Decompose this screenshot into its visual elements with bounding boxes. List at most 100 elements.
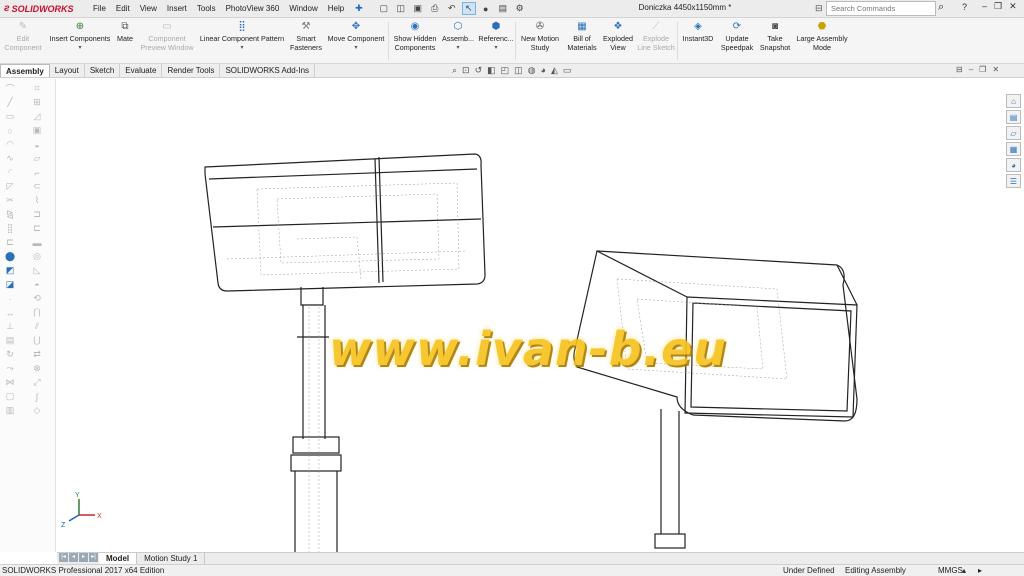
extrude-tool-icon[interactable]: ▤ (4, 335, 16, 346)
zoom-area-icon[interactable]: ⊡ (462, 65, 470, 76)
move-component-button[interactable]: ✥ Move Component ▾ (324, 20, 388, 53)
combine-icon[interactable]: ⋃ (31, 335, 43, 346)
end-cap-icon[interactable]: ▣ (31, 125, 43, 136)
graphics-area[interactable]: Y X Z www.ivan-b.eu (57, 79, 1004, 552)
fillet-bead-icon[interactable]: ◒ (31, 139, 43, 150)
fillet-tool-icon[interactable]: ◜ (4, 167, 16, 178)
rectangle-tool-icon[interactable]: ▭ (4, 111, 16, 122)
appearances-icon[interactable]: ◕ (1006, 158, 1021, 172)
menu-window[interactable]: Window (284, 4, 322, 13)
circle-tool-icon[interactable]: ○ (4, 125, 16, 136)
bill-of-materials-button[interactable]: ▦ Bill of Materials (564, 20, 600, 52)
display-style-icon[interactable]: ◫ (514, 65, 523, 76)
view-palette-icon[interactable]: ▦ (1006, 142, 1021, 156)
spline-tool-icon[interactable]: ∿ (4, 153, 16, 164)
search-commands-input[interactable]: ⊟ Search Commands (815, 1, 936, 16)
scale-icon[interactable]: ⤢ (31, 377, 43, 388)
component-preview-window-button[interactable]: ▭ Component Preview Window (138, 20, 196, 52)
save-icon[interactable]: ▣ (411, 2, 425, 15)
previous-view-icon[interactable]: ↺ (475, 65, 483, 76)
structural-member-icon[interactable]: ⊞ (31, 97, 43, 108)
reference-geometry-button[interactable]: ⬢ Referenc... ▾ (477, 20, 515, 53)
surface-icon[interactable]: ◇ (31, 405, 43, 416)
viewport-minimize-icon[interactable]: – (969, 65, 973, 74)
edge-flange-icon[interactable]: ⌐ (31, 167, 43, 178)
trim-tool-icon[interactable]: ✂ (4, 195, 16, 206)
last-tab-icon[interactable]: ▸| (89, 553, 98, 562)
minimize-icon[interactable]: – (982, 1, 987, 12)
scene-icon[interactable]: ◭ (551, 65, 558, 76)
close-icon[interactable]: ✕ (1009, 1, 1017, 12)
view-settings-icon[interactable]: ▭ (563, 65, 572, 76)
menu-edit[interactable]: Edit (111, 4, 135, 13)
delete-body-icon[interactable]: ⊗ (31, 363, 43, 374)
open-icon[interactable]: ◫ (394, 2, 408, 15)
traffic-light-icon[interactable]: ● (479, 2, 493, 15)
mate-button[interactable]: ⧉ Mate (114, 20, 136, 43)
fold-icon[interactable]: ⊏ (31, 223, 43, 234)
flatten-icon[interactable]: ▬ (31, 237, 43, 248)
mirror-tool-icon[interactable]: ⧎ (4, 209, 16, 220)
measure-tool-icon[interactable]: ⬤ (4, 251, 16, 262)
menu-photoview[interactable]: PhotoView 360 (221, 4, 285, 13)
custom-properties-icon[interactable]: ☰ (1006, 174, 1021, 188)
sheet-metal-icon[interactable]: ▱ (31, 153, 43, 164)
section-view-icon[interactable]: ◧ (487, 65, 496, 76)
tab-solidworks-add-ins[interactable]: SOLIDWORKS Add-Ins (220, 64, 316, 77)
view-orientation-icon[interactable]: ◰ (501, 65, 510, 76)
reference-plane-icon[interactable]: ◩ (4, 265, 16, 276)
chevron-down-icon[interactable]: ▾ (240, 44, 243, 53)
menu-insert[interactable]: Insert (162, 4, 192, 13)
next-tab-icon[interactable]: ▸ (79, 553, 88, 562)
search-scope-icon[interactable]: ⊟ (815, 3, 823, 14)
move-copy-icon[interactable]: ⇄ (31, 349, 43, 360)
jog-icon[interactable]: ⌇ (31, 195, 43, 206)
tab-model[interactable]: Model (99, 553, 138, 564)
take-snapshot-button[interactable]: ◙ Take Snapshot (756, 20, 794, 52)
home-icon[interactable]: ⌂ (1006, 94, 1021, 108)
loft-tool-icon[interactable]: ⋈ (4, 377, 16, 388)
pattern-tool-icon[interactable]: ⣿ (4, 223, 16, 234)
dimension-tool-icon[interactable]: ↔ (4, 307, 16, 318)
split-icon[interactable]: ⫽ (31, 321, 43, 332)
viewport-restore-icon[interactable]: ❐ (979, 65, 986, 74)
exploded-view-button[interactable]: ❖ Exploded View (600, 20, 636, 52)
instant3d-button[interactable]: ◈ Instant3D (680, 20, 716, 43)
tab-layout[interactable]: Layout (50, 64, 85, 77)
weldment-icon[interactable]: ⌗ (31, 83, 43, 94)
explode-line-sketch-button[interactable]: ⟋ Explode Line Sketch (636, 20, 676, 52)
new-motion-study-button[interactable]: ✇ New Motion Study (517, 20, 563, 52)
linear-component-pattern-button[interactable]: ⣿ Linear Component Pattern ▾ (196, 20, 288, 53)
hole-wizard-icon[interactable]: ◎ (31, 251, 43, 262)
large-assembly-mode-button[interactable]: ⬣ Large Assembly Mode (794, 20, 850, 52)
menu-view[interactable]: View (135, 4, 162, 13)
shell-tool-icon[interactable]: ▢ (4, 391, 16, 402)
zoom-to-fit-icon[interactable]: ⌕ (452, 65, 457, 76)
first-tab-icon[interactable]: |◂ (59, 553, 68, 562)
pin-icon[interactable]: ✚ (355, 3, 363, 14)
line-tool-icon[interactable]: ╱ (4, 97, 16, 108)
edit-component-button[interactable]: ✎ Edit Component (3, 20, 43, 52)
curve-icon[interactable]: ∫ (31, 391, 43, 402)
search-icon[interactable]: ⌕ (938, 1, 944, 14)
hem-icon[interactable]: ⊂ (31, 181, 43, 192)
chevron-down-icon[interactable]: ▾ (354, 44, 357, 53)
sketch-tool-icon[interactable]: ⌒ (4, 83, 16, 94)
prev-tab-icon[interactable]: ◂ (69, 553, 78, 562)
appearance-icon[interactable]: ◕ (541, 65, 546, 76)
chamfer-tool-icon[interactable]: ◸ (4, 181, 16, 192)
chevron-down-icon[interactable]: ▾ (494, 44, 497, 53)
undo-icon[interactable]: ↶ (445, 2, 459, 15)
menu-tools[interactable]: Tools (192, 4, 221, 13)
viewport-close-icon[interactable]: ✕ (992, 65, 999, 74)
help-icon[interactable]: ? (962, 2, 967, 12)
wrap-icon[interactable]: ⟲ (31, 293, 43, 304)
options-gear-icon[interactable]: ⚙ (513, 2, 527, 15)
draft-icon[interactable]: ◺ (31, 265, 43, 276)
units-chevron-icon[interactable]: ▴ (962, 565, 966, 576)
arc-tool-icon[interactable]: ◠ (4, 139, 16, 150)
tab-render-tools[interactable]: Render Tools (162, 64, 221, 77)
restore-icon[interactable]: ❐ (994, 1, 1002, 12)
split-view-icon[interactable]: ⊟ (956, 65, 963, 74)
tab-sketch[interactable]: Sketch (85, 64, 121, 77)
